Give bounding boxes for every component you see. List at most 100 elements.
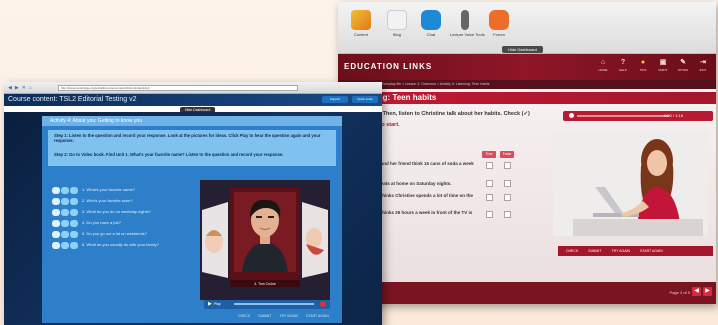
question-row: 2. Who's your favorite actor? [52,197,202,206]
previous-page-button[interactable]: ◀ [692,287,701,296]
question-text: 4. Do you have a job? [82,220,121,225]
tool-voice[interactable]: Lecture Voice Tools [450,10,485,37]
step-1-text: Step 1: Listen to the question and recor… [54,133,321,143]
nav-label: EXIT [699,68,707,72]
carousel-photos: 4. Tom Cruise [200,180,330,300]
nav-tips[interactable]: ● TIPS [636,58,650,73]
playback-button[interactable] [70,187,78,194]
breadcrumb: TSL2 Editorial > Unit 1: Everyday life >… [338,80,716,89]
play-label: Play [214,302,221,306]
true-checkbox-1[interactable] [486,162,493,169]
play-question-button[interactable] [52,187,60,194]
tool-forum[interactable]: Forum [484,10,514,37]
check-button[interactable]: CHECK [566,249,578,253]
tool-blog[interactable]: Blog [382,10,412,37]
tool-label: Forum [493,32,505,37]
nav-home[interactable]: ⌂ HOME [596,58,610,73]
woman-illustration [553,131,708,236]
brand-logo: EDUCATION LINKS [344,62,433,71]
play-question-button[interactable] [52,242,60,249]
record-button[interactable] [61,242,69,249]
try-again-button[interactable]: TRY AGAIN [612,249,631,253]
nav-help[interactable]: ? HELP [616,58,630,73]
course-title: Course content: TSL2 Editorial Testing v… [8,96,137,103]
photo-carousel[interactable]: 4. Tom Cruise [200,180,330,300]
audio-progress[interactable] [577,115,669,117]
support-button[interactable]: Support [322,96,348,103]
tool-label: Chat [426,32,436,37]
question-text: 2. Who's your favorite actor? [82,198,133,203]
help-icon: ? [620,59,626,66]
microphone-icon [461,10,469,30]
hide-dashboard-button[interactable]: Hide Dashboard [502,46,543,53]
question-row: 6. What do you usually do with your fami… [52,241,202,250]
tool-chat[interactable]: Chat [416,10,446,37]
record-button[interactable] [61,231,69,238]
false-checkbox-1[interactable] [504,162,511,169]
browser-nav-icons[interactable]: ◀▶✕⌂ [8,85,35,91]
record-button[interactable] [61,198,69,205]
question-text: 1. What's your favorite name? [82,187,136,192]
playback-button[interactable] [70,209,78,216]
record-button[interactable] [61,209,69,216]
playback-button[interactable] [70,220,78,227]
check-button[interactable]: CHECK [238,314,250,318]
start-again-button[interactable]: START AGAIN [640,249,663,253]
true-checkbox-2[interactable] [486,180,493,187]
question-controls [52,242,78,249]
play-question-button[interactable] [52,198,60,205]
true-checkbox-4[interactable] [486,211,493,218]
nav-label: TIPS [639,68,647,72]
false-checkbox-2[interactable] [504,180,511,187]
exit-icon: ⇥ [700,59,706,66]
activity-footer: CHECK SUBMIT TRY AGAIN START AGAIN [238,314,329,318]
media-controls[interactable]: ▶ Play [204,300,330,309]
top-nav: ⌂ HOME ? HELP ● TIPS ▣ PRINT ✎ NOTES ⇥ EXIT [596,58,710,73]
nav-notes[interactable]: ✎ NOTES [676,58,690,73]
nav-exit[interactable]: ⇥ EXIT [696,58,710,73]
course-header: Course content: TSL2 Editorial Testing v… [4,94,382,106]
dashboard-toolbar: Content Blog Chat Lecture Voice Tools Fo… [338,2,716,54]
submit-button[interactable]: SUBMIT [588,249,601,253]
tips-icon: ● [640,59,646,66]
activity-body: Listening: Teen habits Sentences. Then, … [338,89,716,304]
activity-title: Activity 4: About you: Getting to know y… [42,116,342,126]
photo-caption: 4. Tom Cruise [254,282,276,286]
page-indicator: Page 3 of 9 [669,290,690,295]
address-bar[interactable]: http://www.cambridge.org/us/tsl2/course/… [58,85,298,91]
play-question-button[interactable] [52,231,60,238]
red-course-window: Content Blog Chat Lecture Voice Tools Fo… [338,2,716,304]
playback-button[interactable] [70,231,78,238]
play-question-button[interactable] [52,209,60,216]
page-nav: ◀ ▶ [692,287,712,296]
bottom-bar: Page 3 of 9 ◀ ▶ [338,282,716,304]
audio-player[interactable]: 0:00 / 1:19 [563,111,713,121]
submit-button[interactable]: SUBMIT [258,314,271,318]
true-checkbox-3[interactable] [486,194,493,201]
false-checkbox-4[interactable] [504,211,511,218]
play-question-button[interactable] [52,220,60,227]
activity-area: Activity 4: About you: Getting to know y… [4,112,382,325]
question-text: 5. Do you go out a lot on weekends? [82,231,147,236]
false-column-header: False [500,151,514,158]
false-checkbox-3[interactable] [504,194,511,201]
question-row: 1. What's your favorite name? [52,186,202,195]
home-icon: ⌂ [600,59,606,66]
play-icon[interactable]: ▶ [208,301,212,307]
start-again-button[interactable]: START AGAIN [306,314,329,318]
record-button[interactable] [61,187,69,194]
activity-title: Listening: Teen habits [338,92,716,104]
try-again-button[interactable]: TRY AGAIN [280,314,299,318]
playback-button[interactable] [70,242,78,249]
nav-print[interactable]: ▣ PRINT [656,58,670,73]
next-page-button[interactable]: ▶ [703,287,712,296]
tool-content[interactable]: Content [346,10,376,37]
content-icon [351,10,371,30]
playback-button[interactable] [70,198,78,205]
media-progress[interactable] [234,303,314,305]
quick-links-button[interactable]: Quick Links [352,96,378,103]
chat-icon [421,10,441,30]
record-button[interactable] [61,220,69,227]
play-button[interactable] [569,113,574,118]
record-icon[interactable] [320,301,326,307]
